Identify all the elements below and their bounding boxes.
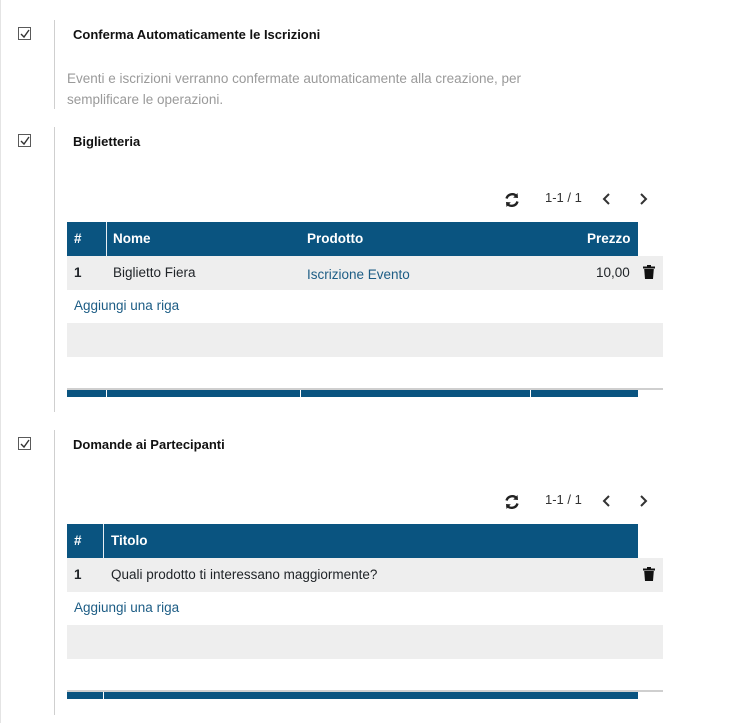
table-header: # Titolo (67, 524, 638, 558)
checkbox-checked-icon (20, 439, 30, 449)
empty-row (67, 625, 663, 659)
add-row: Aggiungi una riga (67, 592, 663, 626)
column-header-number[interactable]: # (74, 533, 82, 548)
refresh-icon[interactable] (502, 492, 522, 512)
chevron-right-icon[interactable] (636, 494, 650, 508)
section-attendee-questions: Domande ai Partecipanti 1-1 / 1 # Titolo… (0, 0, 730, 723)
section-divider (54, 430, 55, 715)
column-header-title[interactable]: Titolo (111, 533, 148, 548)
question-title[interactable]: Quali prodotto ti interessano maggiormen… (111, 567, 377, 582)
row-number: 1 (74, 567, 82, 582)
chevron-left-icon[interactable] (600, 494, 614, 508)
pager: 1-1 / 1 (500, 489, 660, 513)
trash-icon[interactable] (643, 567, 655, 581)
table-footer (67, 692, 638, 699)
questions-checkbox[interactable] (18, 437, 31, 450)
empty-row (67, 659, 663, 693)
add-line-link[interactable]: Aggiungi una riga (74, 600, 179, 615)
questions-table: # Titolo 1 Quali prodotto ti interessano… (67, 524, 663, 704)
section-title: Domande ai Partecipanti (73, 437, 225, 452)
table-row[interactable]: 1 Quali prodotto ti interessano maggiorm… (67, 558, 663, 592)
pager-count: 1-1 / 1 (545, 492, 582, 507)
